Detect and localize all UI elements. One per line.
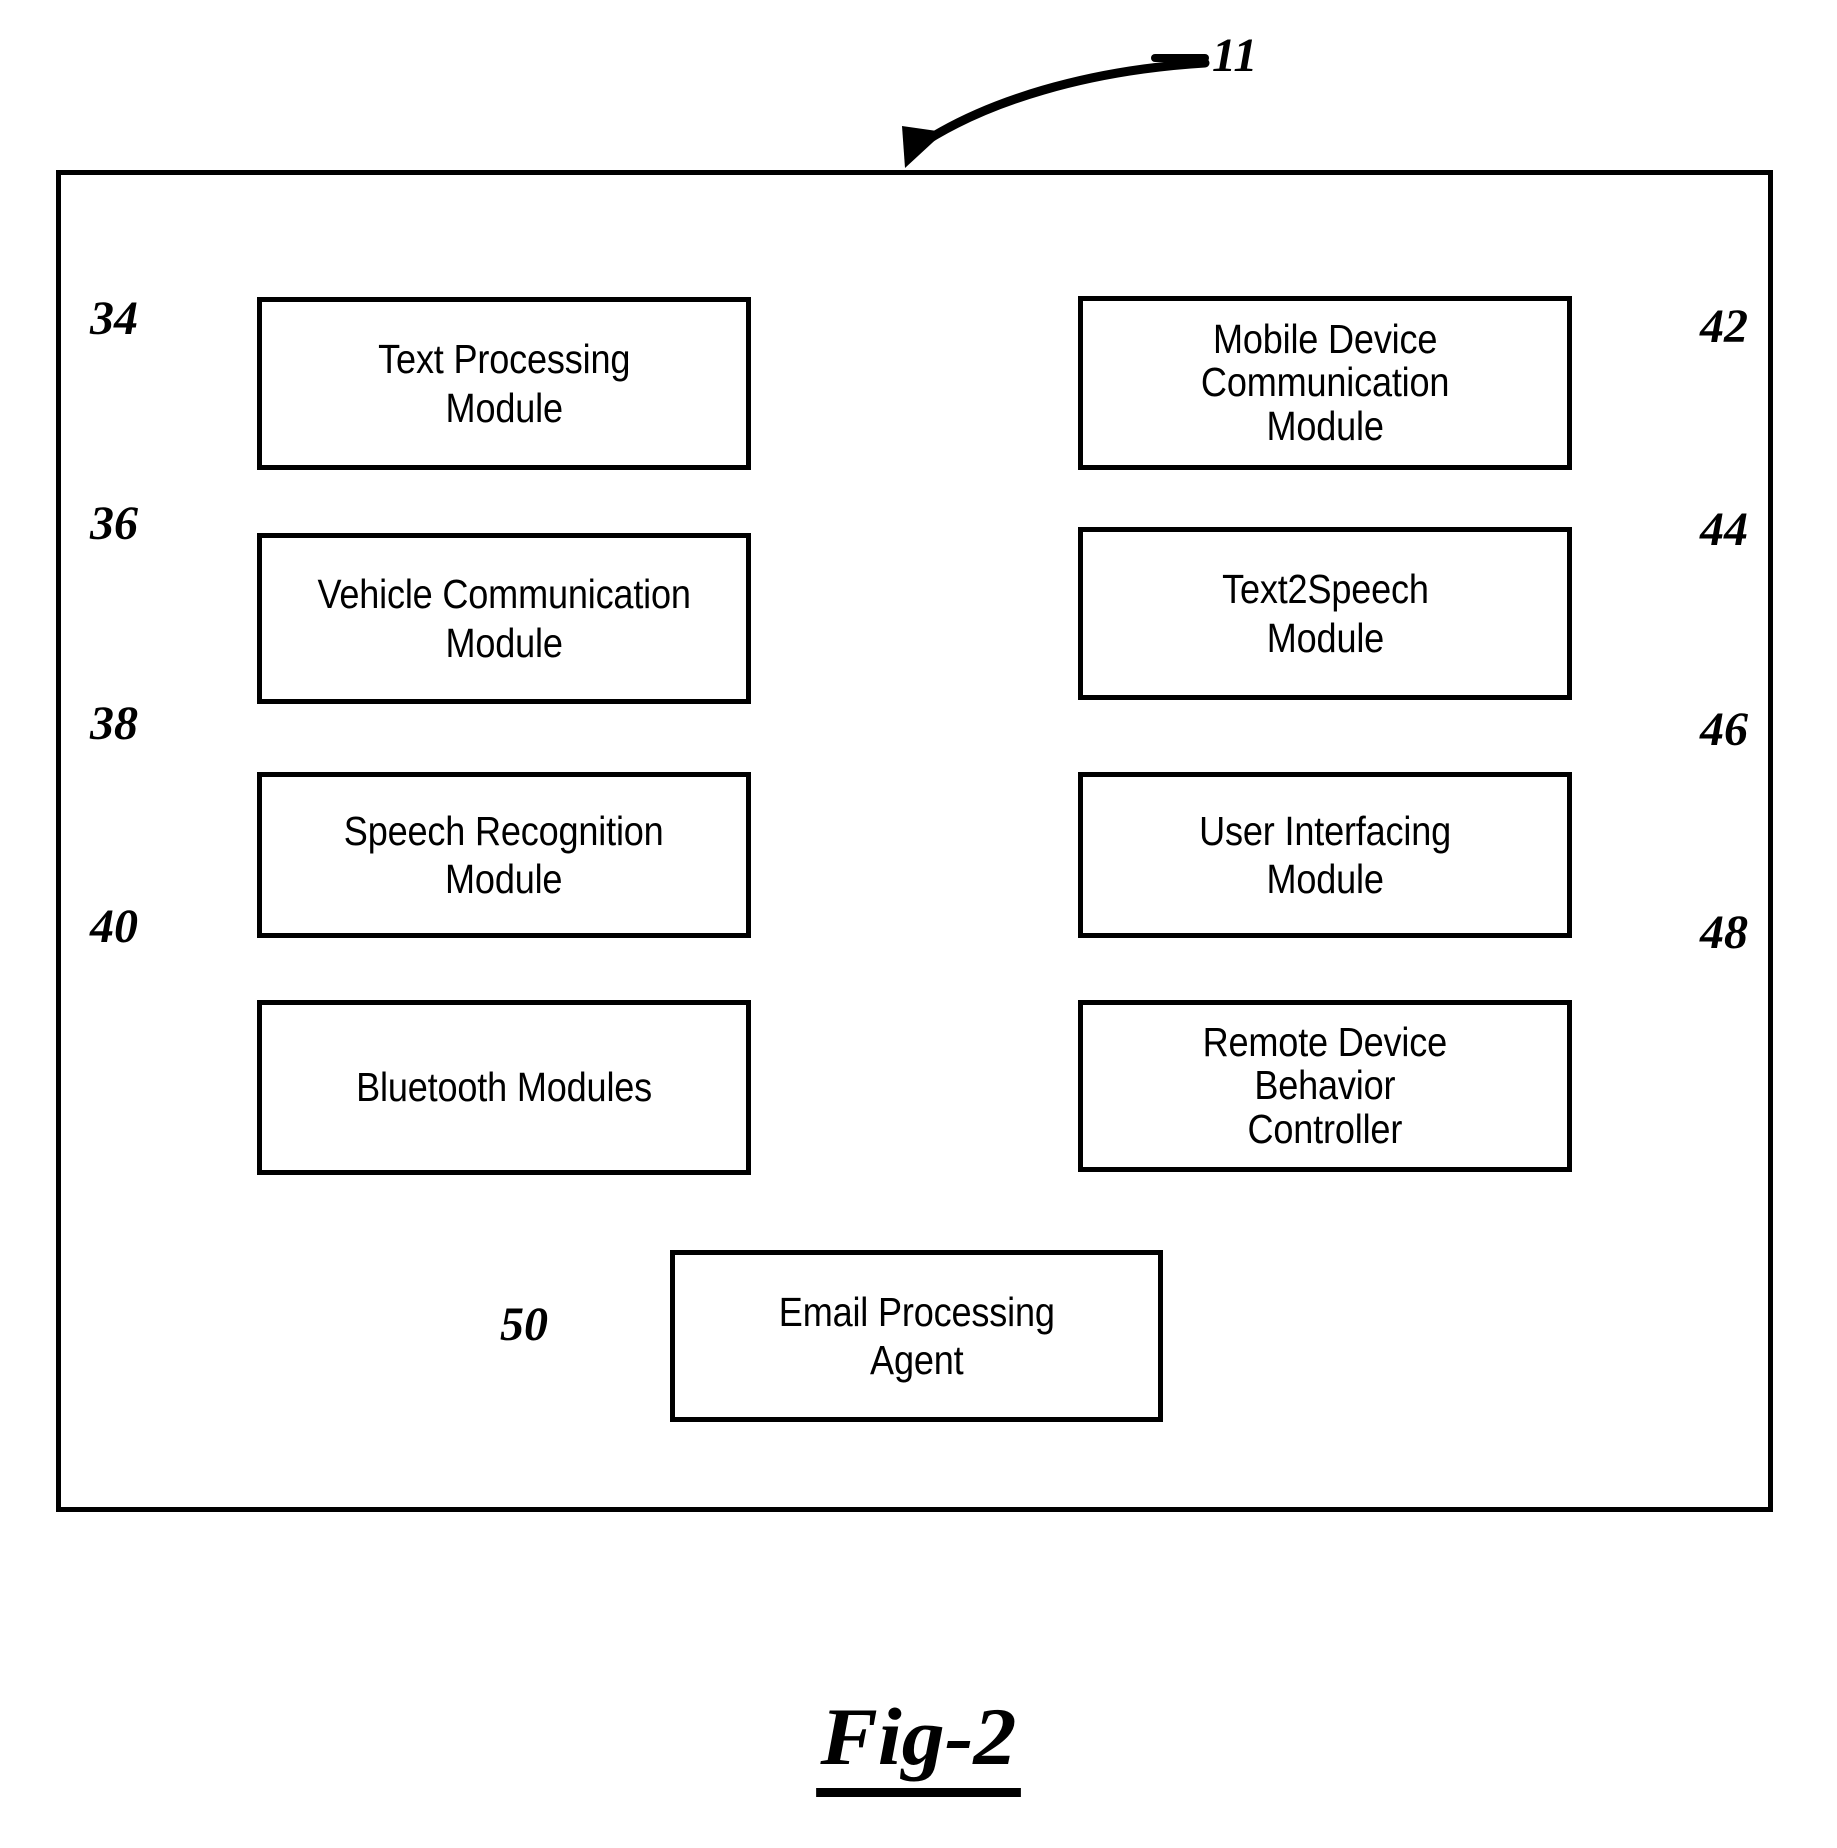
module-box-mobile-device-communication[interactable]: Mobile Device Communication Module <box>1078 296 1572 470</box>
ref-numeral-42: 42 <box>1700 300 1748 353</box>
module-box-bluetooth[interactable]: Bluetooth Modules <box>257 1000 751 1175</box>
module-label-bluetooth: Bluetooth Modules <box>356 1064 652 1111</box>
module-label-email-processing-agent: Email Processing Agent <box>778 1288 1055 1383</box>
module-box-text-processing[interactable]: Text Processing Module <box>257 297 751 470</box>
ref-numeral-48: 48 <box>1700 906 1748 959</box>
ref-numeral-44: 44 <box>1700 503 1748 556</box>
module-box-user-interfacing[interactable]: User Interfacing Module <box>1078 772 1572 938</box>
module-box-vehicle-communication[interactable]: Vehicle Communication Module <box>257 533 751 704</box>
module-label-mobile-device-communication: Mobile Device Communication Module <box>1200 315 1450 449</box>
ref-numeral-50: 50 <box>500 1298 548 1351</box>
module-label-user-interfacing: User Interfacing Module <box>1199 807 1451 902</box>
ref-numeral-40: 40 <box>90 900 138 953</box>
module-box-email-processing-agent[interactable]: Email Processing Agent <box>670 1250 1163 1422</box>
system-pointer-arrowhead <box>902 126 944 168</box>
module-box-remote-device-behavior-controller[interactable]: Remote Device Behavior Controller <box>1078 1000 1572 1172</box>
figure-caption: Fig-2 <box>0 1690 1837 1797</box>
ref-numeral-11: 11 <box>1212 29 1258 82</box>
module-label-vehicle-communication: Vehicle Communication Module <box>317 571 691 666</box>
module-label-text-processing: Text Processing Module <box>377 336 631 431</box>
ref-numeral-36: 36 <box>90 497 138 550</box>
module-label-text2speech: Text2Speech Module <box>1221 566 1429 661</box>
module-box-speech-recognition[interactable]: Speech Recognition Module <box>257 772 751 938</box>
system-pointer-arrow <box>910 58 1210 153</box>
module-box-text2speech[interactable]: Text2Speech Module <box>1078 527 1572 700</box>
ref-numeral-34: 34 <box>90 292 138 345</box>
figure-caption-text: Fig-2 <box>816 1690 1021 1797</box>
ref-numeral-46: 46 <box>1700 703 1748 756</box>
ref-numeral-38: 38 <box>90 697 138 750</box>
module-label-remote-device-behavior-controller: Remote Device Behavior Controller <box>1202 1018 1448 1152</box>
module-label-speech-recognition: Speech Recognition Module <box>344 807 664 902</box>
patent-figure: 11 Text Processing Module 34 Vehicle Com… <box>0 0 1837 1848</box>
